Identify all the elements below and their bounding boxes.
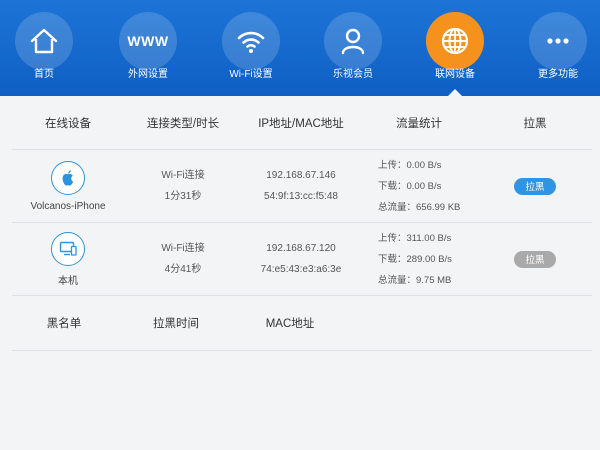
block-button[interactable]: 拉黑 <box>514 177 556 195</box>
header-block: 拉黑 <box>523 117 547 130</box>
nav-label: 首页 <box>34 69 54 80</box>
nav-item-home[interactable]: 首页 <box>5 12 83 92</box>
mac-address: 54:9f:13:cc:f5:48 <box>264 191 338 202</box>
nav-circle <box>324 12 382 70</box>
header-mac-address: MAC地址 <box>265 318 315 330</box>
wifi-icon <box>237 31 265 53</box>
user-icon <box>341 28 365 55</box>
nav-item-connected-devices[interactable]: 联网设备 <box>416 12 494 92</box>
nav-item-more[interactable]: 更多功能 <box>519 12 597 92</box>
nav-circle <box>15 12 73 70</box>
nav-label: 外网设置 <box>128 69 168 80</box>
blacklist-header: 黑名单 拉黑时间 MAC地址 <box>12 296 592 351</box>
device-cell: Volcanos-iPhone <box>12 160 124 212</box>
ip-address: 192.168.67.120 <box>266 243 336 254</box>
total-traffic: 总流量：9.75 MB <box>378 274 452 286</box>
computer-icon <box>59 241 77 256</box>
block-button-disabled[interactable]: 拉黑 <box>514 250 556 268</box>
total-traffic: 总流量：656.99 KB <box>378 201 461 213</box>
block-cell: 拉黑 <box>478 250 592 268</box>
mac-address: 74:e5:43:e3:a6:3e <box>260 264 342 275</box>
address-cell: 192.168.67.146 54:9f:13:cc:f5:48 <box>242 165 360 207</box>
globe-icon <box>441 27 469 55</box>
top-nav-bar: 首页 WWW 外网设置 Wi-Fi设置 乐视会员 联网设备 更多功能 <box>0 0 600 96</box>
nav-circle <box>222 12 280 70</box>
nav-label: 更多功能 <box>538 69 578 80</box>
address-cell: 192.168.67.120 74:e5:43:e3:a6:3e <box>242 238 360 280</box>
header-address: IP地址/MAC地址 <box>258 117 344 130</box>
nav-label: 乐视会员 <box>333 69 373 80</box>
device-name: Volcanos-iPhone <box>30 200 106 212</box>
connection-cell: Wi-Fi连接 1分31秒 <box>124 165 242 207</box>
connection-duration: 1分31秒 <box>164 191 202 202</box>
header-blacklist: 黑名单 <box>46 318 82 330</box>
upload-rate: 上传：0.00 B/s <box>378 159 442 171</box>
nav-label: 联网设备 <box>435 69 475 80</box>
www-icon: WWW <box>127 33 169 49</box>
header-connection: 连接类型/时长 <box>146 117 220 130</box>
download-rate: 下载：289.00 B/s <box>378 253 452 265</box>
device-name: 本机 <box>58 275 78 287</box>
nav-item-wan-settings[interactable]: WWW 外网设置 <box>109 12 187 92</box>
table-row: Volcanos-iPhone Wi-Fi连接 1分31秒 192.168.67… <box>12 150 592 223</box>
nav-item-wifi-settings[interactable]: Wi-Fi设置 <box>212 12 290 92</box>
header-block-time: 拉黑时间 <box>153 318 199 330</box>
nav-label: Wi-Fi设置 <box>229 69 273 80</box>
traffic-cell: 上传：311.00 B/s 下载：289.00 B/s 总流量：9.75 MB <box>360 228 478 291</box>
upload-rate: 上传：311.00 B/s <box>378 232 452 244</box>
block-cell: 拉黑 <box>478 177 592 195</box>
device-cell: 本机 <box>12 231 124 287</box>
apple-icon <box>62 169 74 186</box>
header-traffic: 流量统计 <box>396 117 442 130</box>
traffic-cell: 上传：0.00 B/s 下载：0.00 B/s 总流量：656.99 KB <box>360 155 478 218</box>
connection-cell: Wi-Fi连接 4分41秒 <box>124 238 242 280</box>
device-icon-wrap <box>51 160 85 195</box>
devices-table-header: 在线设备 连接类型/时长 IP地址/MAC地址 流量统计 拉黑 <box>12 96 592 150</box>
device-icon-wrap <box>51 231 85 266</box>
connection-type: Wi-Fi连接 <box>161 243 205 254</box>
devices-panel: 在线设备 连接类型/时长 IP地址/MAC地址 流量统计 拉黑 Volcanos… <box>12 96 592 351</box>
connection-duration: 4分41秒 <box>164 264 202 275</box>
nav-circle: WWW <box>119 12 177 70</box>
nav-circle <box>529 12 587 70</box>
nav-circle <box>426 12 484 70</box>
active-tab-pointer <box>448 89 462 96</box>
connection-type: Wi-Fi连接 <box>161 170 205 181</box>
table-row: 本机 Wi-Fi连接 4分41秒 192.168.67.120 74:e5:43… <box>12 223 592 296</box>
ip-address: 192.168.67.146 <box>266 170 336 181</box>
header-online-devices: 在线设备 <box>45 117 91 130</box>
home-icon <box>30 28 58 54</box>
more-icon <box>547 38 569 44</box>
nav-item-vip[interactable]: 乐视会员 <box>314 12 392 92</box>
download-rate: 下载：0.00 B/s <box>378 180 442 192</box>
